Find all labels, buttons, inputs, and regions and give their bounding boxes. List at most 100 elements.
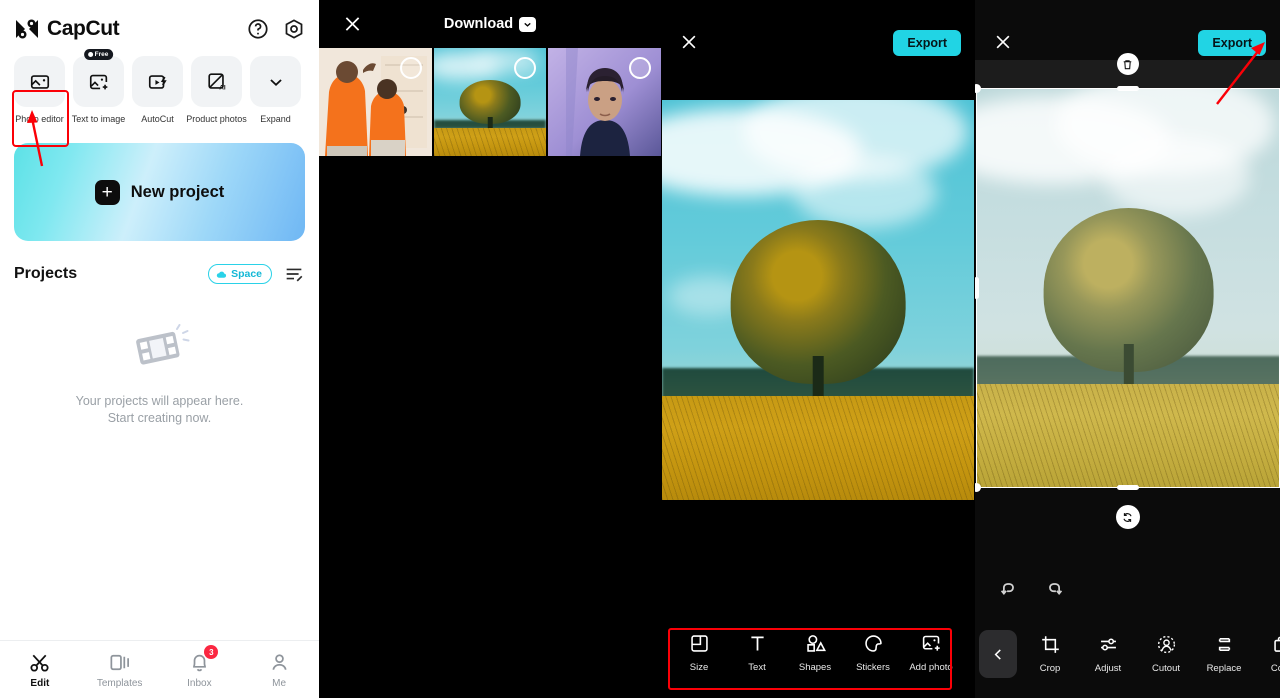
- tool-autocut-button[interactable]: [132, 56, 183, 107]
- toolbar-item-adjust[interactable]: Adjust: [1079, 634, 1137, 674]
- toolbar-item-stickers-label: Stickers: [856, 662, 890, 673]
- capcut-logo-text: CapCut: [47, 17, 120, 40]
- download-gallery-panel: Download: [319, 0, 661, 698]
- tab-inbox[interactable]: 3 Inbox: [160, 641, 240, 698]
- download-title-text: Download: [443, 16, 514, 32]
- photo-editor-canvas-panel: Export Size Text Shapes Stickers Add pho…: [661, 0, 975, 698]
- canvas-image-tree-vivid: [662, 100, 974, 500]
- tool-photo-editor-button[interactable]: [14, 56, 65, 107]
- trash-icon[interactable]: [1116, 52, 1139, 75]
- tab-templates-label: Templates: [96, 677, 143, 689]
- new-project-label: New project: [130, 182, 225, 201]
- toolbar-item-shapes[interactable]: Shapes: [786, 633, 844, 673]
- tools-row: Photo editor Free Text to image AutoCut …: [0, 44, 319, 147]
- tool-text-to-image[interactable]: Free Text to image: [72, 49, 125, 125]
- autocut-icon: [148, 74, 167, 89]
- image-tools-toolbar: Crop Adjust Cutout Replace C: [975, 620, 1280, 698]
- projects-empty-line1: Your projects will appear here.: [75, 394, 244, 408]
- canvas-image-tree-pale: [976, 88, 1280, 488]
- toolbar-item-replace[interactable]: Replace: [1195, 634, 1253, 674]
- scissors-icon: [30, 654, 49, 672]
- free-badge-label: Free: [94, 51, 109, 58]
- toolbar-item-stickers[interactable]: Stickers: [844, 633, 902, 673]
- free-badge: Free: [83, 49, 114, 60]
- projects-header: Projects Space: [0, 241, 319, 285]
- tool-photo-editor[interactable]: Photo editor: [14, 56, 65, 125]
- toolbar-item-text[interactable]: Text: [728, 633, 786, 673]
- capcut-home-panel: CapCut Photo editor Free Text to image A…: [0, 0, 319, 698]
- export-button[interactable]: Export: [1198, 30, 1266, 56]
- close-icon[interactable]: [342, 14, 363, 35]
- capcut-logo: CapCut: [14, 17, 120, 41]
- add-photo-icon: [922, 635, 940, 651]
- toolbar-item-text-label: Text: [748, 662, 766, 673]
- undo-icon[interactable]: [997, 578, 1019, 600]
- redo-icon[interactable]: [1044, 578, 1066, 600]
- editor-toolbar-items: Size Text Shapes Stickers Add photo: [670, 633, 975, 673]
- toolbar-item-size[interactable]: Size: [670, 633, 728, 673]
- free-badge-dot: [87, 52, 93, 57]
- wheat-field: [976, 384, 1280, 488]
- tool-product-photos-button[interactable]: AI: [191, 56, 242, 107]
- close-icon[interactable]: [993, 32, 1013, 52]
- back-button[interactable]: [979, 630, 1017, 678]
- thumbnail-gallery: [319, 48, 661, 156]
- list-edit-icon[interactable]: [283, 263, 305, 285]
- tool-expand[interactable]: Expand: [250, 56, 301, 125]
- image-tools-items: Crop Adjust Cutout Replace C: [1021, 634, 1280, 674]
- tab-inbox-label: Inbox: [187, 677, 212, 689]
- editor-canvas[interactable]: [662, 100, 974, 500]
- toolbar-item-cutout-label: Cutout: [1152, 663, 1180, 674]
- thumbnail-select-circle[interactable]: [399, 57, 422, 79]
- close-icon[interactable]: [679, 32, 699, 52]
- text-to-image-icon: [89, 74, 107, 89]
- tool-photo-editor-label: Photo editor: [15, 114, 64, 124]
- replace-icon: [1218, 637, 1230, 652]
- tab-edit[interactable]: Edit: [0, 641, 80, 698]
- tool-text-to-image-button[interactable]: [73, 56, 124, 107]
- wheat-field: [433, 127, 547, 156]
- svg-text:AI: AI: [219, 84, 226, 91]
- new-project-button[interactable]: + New project: [14, 143, 305, 241]
- cutout-icon: [1157, 635, 1175, 654]
- tab-me[interactable]: Me: [239, 641, 319, 698]
- tab-templates[interactable]: Templates: [80, 641, 160, 698]
- tool-expand-button[interactable]: [250, 56, 301, 107]
- toolbar-item-copy[interactable]: Copy: [1253, 634, 1280, 674]
- product-photos-ai-icon: AI: [207, 72, 226, 91]
- projects-title: Projects: [14, 265, 78, 282]
- templates-icon: [110, 654, 130, 670]
- toolbar-item-crop[interactable]: Crop: [1021, 634, 1079, 674]
- home-header: CapCut: [0, 0, 319, 44]
- rotate-icon[interactable]: [1115, 505, 1140, 529]
- film-strip-icon: [135, 324, 189, 365]
- thumbnail-two-people-orange-shirts[interactable]: [319, 48, 432, 156]
- toolbar-item-adjust-partial[interactable]: Ad: [960, 633, 975, 673]
- download-chevron-icon[interactable]: [519, 16, 537, 32]
- adjust-sliders-icon: [1100, 638, 1116, 651]
- thumbnail-tree-in-field[interactable]: [433, 48, 547, 156]
- cloud: [1104, 136, 1251, 216]
- thumbnail-portrait-woman[interactable]: [548, 48, 661, 156]
- undo-redo-row: [997, 578, 1066, 600]
- thumbnail-select-circle[interactable]: [629, 57, 652, 79]
- export-button[interactable]: Export: [893, 30, 961, 56]
- chevron-down-icon: [269, 78, 282, 86]
- image-tools-canvas[interactable]: [976, 88, 1280, 488]
- gear-icon[interactable]: [283, 18, 305, 40]
- toolbar-item-cutout[interactable]: Cutout: [1137, 634, 1195, 674]
- inbox-badge: 3: [204, 645, 219, 659]
- editor-toolbar: Size Text Shapes Stickers Add photo: [661, 620, 975, 698]
- bottom-tab-bar: Edit Templates 3 Inbox Me: [0, 640, 319, 698]
- question-circle-icon[interactable]: [247, 18, 269, 40]
- tool-product-photos-label: Product photos: [186, 114, 247, 124]
- wheat-field: [662, 396, 974, 500]
- tool-product-photos[interactable]: AI Product photos: [186, 56, 247, 125]
- space-button[interactable]: Space: [208, 264, 272, 284]
- stickers-icon: [864, 635, 882, 652]
- download-title: Download: [319, 16, 661, 32]
- download-topbar: Download: [319, 0, 661, 48]
- tool-autocut[interactable]: AutoCut: [132, 56, 183, 125]
- toolbar-item-add-photo[interactable]: Add photo: [902, 633, 960, 673]
- toolbar-item-add-photo-label: Add photo: [909, 662, 953, 673]
